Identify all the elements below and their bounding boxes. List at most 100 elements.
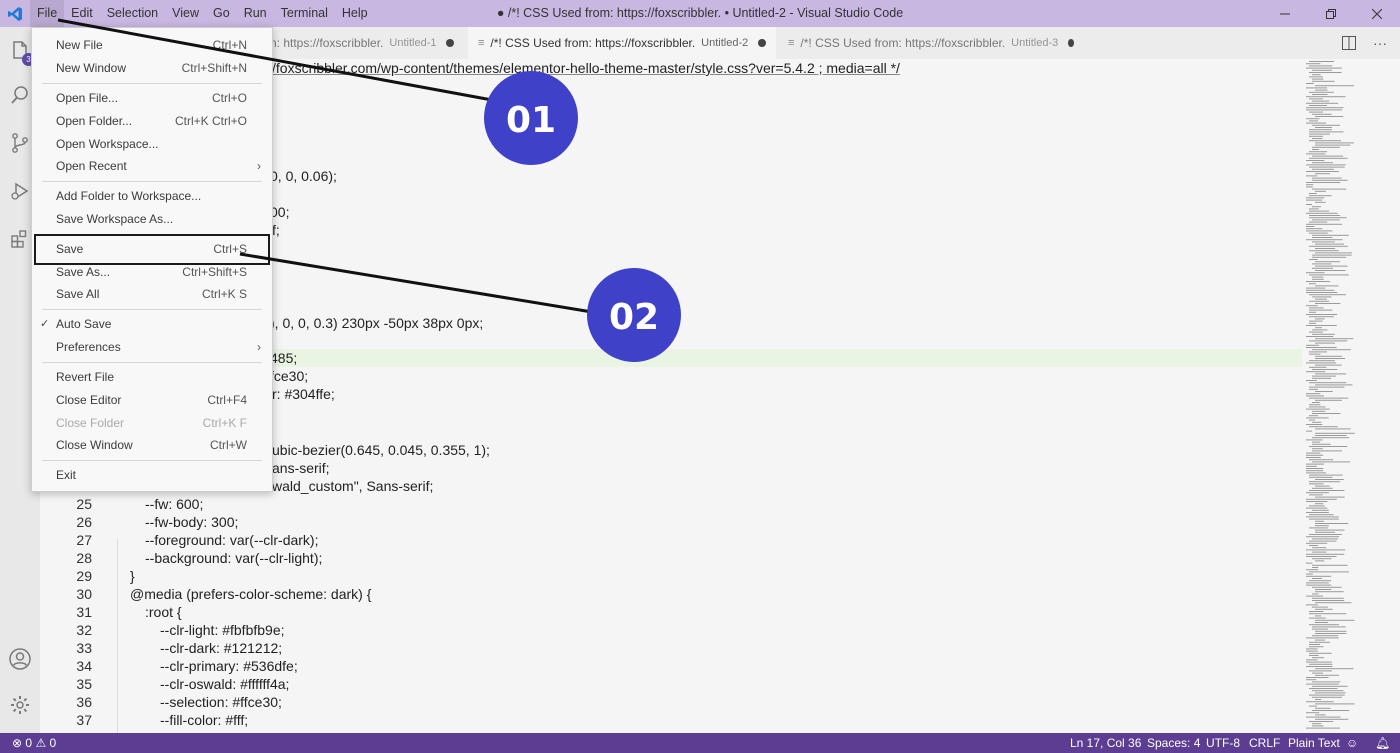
tab-untitled-3[interactable]: ≡ /*! CSS Used from: https://foxscribble… [778,27,1084,59]
menu-separator [42,309,262,310]
menu-item-open-folder[interactable]: Open Folder... Ctrl+K Ctrl+O [33,110,271,132]
line-number: 35 [76,676,92,692]
problems-indicator[interactable]: ⊗ 0 ⚠ 0 [12,733,56,753]
minimap-line [1306,439,1323,441]
minimap-line [1306,457,1321,458]
minimap-line [1315,173,1330,175]
menu-item-exit[interactable]: Exit [33,464,271,486]
more-actions-icon[interactable]: ··· [1368,27,1392,59]
menu-item-save-workspace-as[interactable]: Save Workspace As... [33,208,271,230]
minimap-line [1306,569,1319,571]
minimap-line [1306,501,1328,502]
minimap-line [1309,617,1326,619]
minimap-line [1312,461,1351,463]
menu-item-close-window[interactable]: Close Window Ctrl+W [33,434,271,456]
vscode-logo-icon [0,0,30,27]
minimap-line [1315,252,1353,254]
minimap-line [1306,650,1318,652]
minimap-line [1309,311,1316,313]
menu-item-save-all[interactable]: Save All Ctrl+K S [33,283,271,305]
close-icon[interactable] [1354,0,1400,27]
indentation[interactable]: Spaces: 4 [1147,733,1200,753]
minimap-line [1306,314,1338,315]
feedback-icon[interactable]: ☺ [1346,733,1358,753]
minimap-line [1306,197,1325,199]
menu-terminal[interactable]: Terminal [274,0,335,27]
minimap-line [1312,333,1335,335]
restore-icon[interactable] [1308,0,1354,27]
menu-item-open-recent[interactable]: Open Recent › [33,155,271,177]
unsaved-dot-icon[interactable] [446,39,455,47]
minimap-line [1315,668,1354,670]
account-icon[interactable] [0,639,40,679]
minimap[interactable] [1302,59,1400,733]
minimap-line [1306,153,1326,155]
minimap-line [1306,272,1325,274]
minimap-line [1306,204,1313,205]
minimap-line [1306,292,1338,293]
minimap-line [1309,705,1317,707]
minimap-line [1306,175,1318,177]
minimap-line [1309,415,1319,417]
unsaved-dot-icon[interactable] [1068,39,1074,47]
menu-item-preferences[interactable]: Preferences › [33,336,271,358]
menu-item-revert-file[interactable]: Revert File [33,366,271,388]
menu-item-open-workspace[interactable]: Open Workspace... [33,133,271,155]
menu-item-new-file[interactable]: New File Ctrl+N [33,34,271,56]
unsaved-dot-icon[interactable] [758,39,766,47]
minimap-line [1315,591,1344,593]
encoding[interactable]: UTF-8 [1206,733,1240,753]
tab-untitled-1[interactable]: n: https://foxscribbler. Untitled-1 [260,27,465,59]
notifications-bell-icon[interactable]: 🔔︎ [1375,733,1390,753]
minimap-line [1312,267,1334,269]
cursor-position[interactable]: Ln 17, Col 36 [1070,733,1141,753]
end-of-line[interactable]: CRLF [1249,733,1280,753]
minimap-line [1315,116,1344,117]
minimap-line [1309,283,1316,285]
minimap-line [1312,349,1351,351]
menu-separator [42,460,262,461]
minimap-line [1309,419,1316,421]
menu-file[interactable]: File [30,0,65,27]
split-editor-icon[interactable] [1337,27,1361,59]
minimap-line [1306,305,1318,307]
minimap-line [1306,344,1320,346]
minimap-line [1315,144,1351,146]
minimap-line [1309,534,1342,535]
tab-untitled-2[interactable]: ≡ /*! CSS Used from: https://foxscribble… [468,27,776,59]
menu-item-new-window[interactable]: New Window Ctrl+Shift+N [33,57,271,79]
menu-item-close-folder: Close Folder Ctrl+K F [56,416,247,430]
minimap-line [1306,230,1333,232]
language-mode[interactable]: Plain Text [1288,733,1340,753]
minimap-line [1306,604,1318,606]
menu-item-auto-save[interactable]: ✓ Auto Save [33,313,271,335]
minimap-line [1306,683,1339,685]
menu-separator [42,181,262,182]
code-line: 27 --foreground: var(--clr-dark); [40,531,1302,549]
minimap-line [1312,256,1347,258]
minimize-icon[interactable] [1262,0,1308,27]
minimap-line [1315,479,1344,480]
menu-go[interactable]: Go [206,0,237,27]
minimap-line [1312,138,1323,139]
minimap-line [1315,714,1326,716]
minimap-line [1312,597,1344,599]
settings-gear-icon[interactable] [0,685,40,725]
menu-help[interactable]: Help [335,0,375,27]
menu-view[interactable]: View [165,0,206,27]
line-number: 29 [76,568,92,584]
menu-item-close-editor[interactable]: Close Editor Ctrl+F4 [33,389,271,411]
minimap-line [1309,426,1338,428]
minimap-line [1312,564,1348,566]
minimap-line [1309,129,1332,131]
menu-item-open-file[interactable]: Open File... Ctrl+O [33,87,271,109]
minimap-line [1309,300,1330,302]
minimap-line [1309,111,1324,113]
minimap-line [1309,72,1342,73]
menu-selection[interactable]: Selection [100,0,165,27]
menu-edit[interactable]: Edit [64,0,100,27]
menu-run[interactable]: Run [237,0,274,27]
menu-item-add-folder[interactable]: Add Folder to Workspace... [33,185,271,207]
minimap-line [1312,241,1335,243]
minimap-line [1315,265,1348,267]
